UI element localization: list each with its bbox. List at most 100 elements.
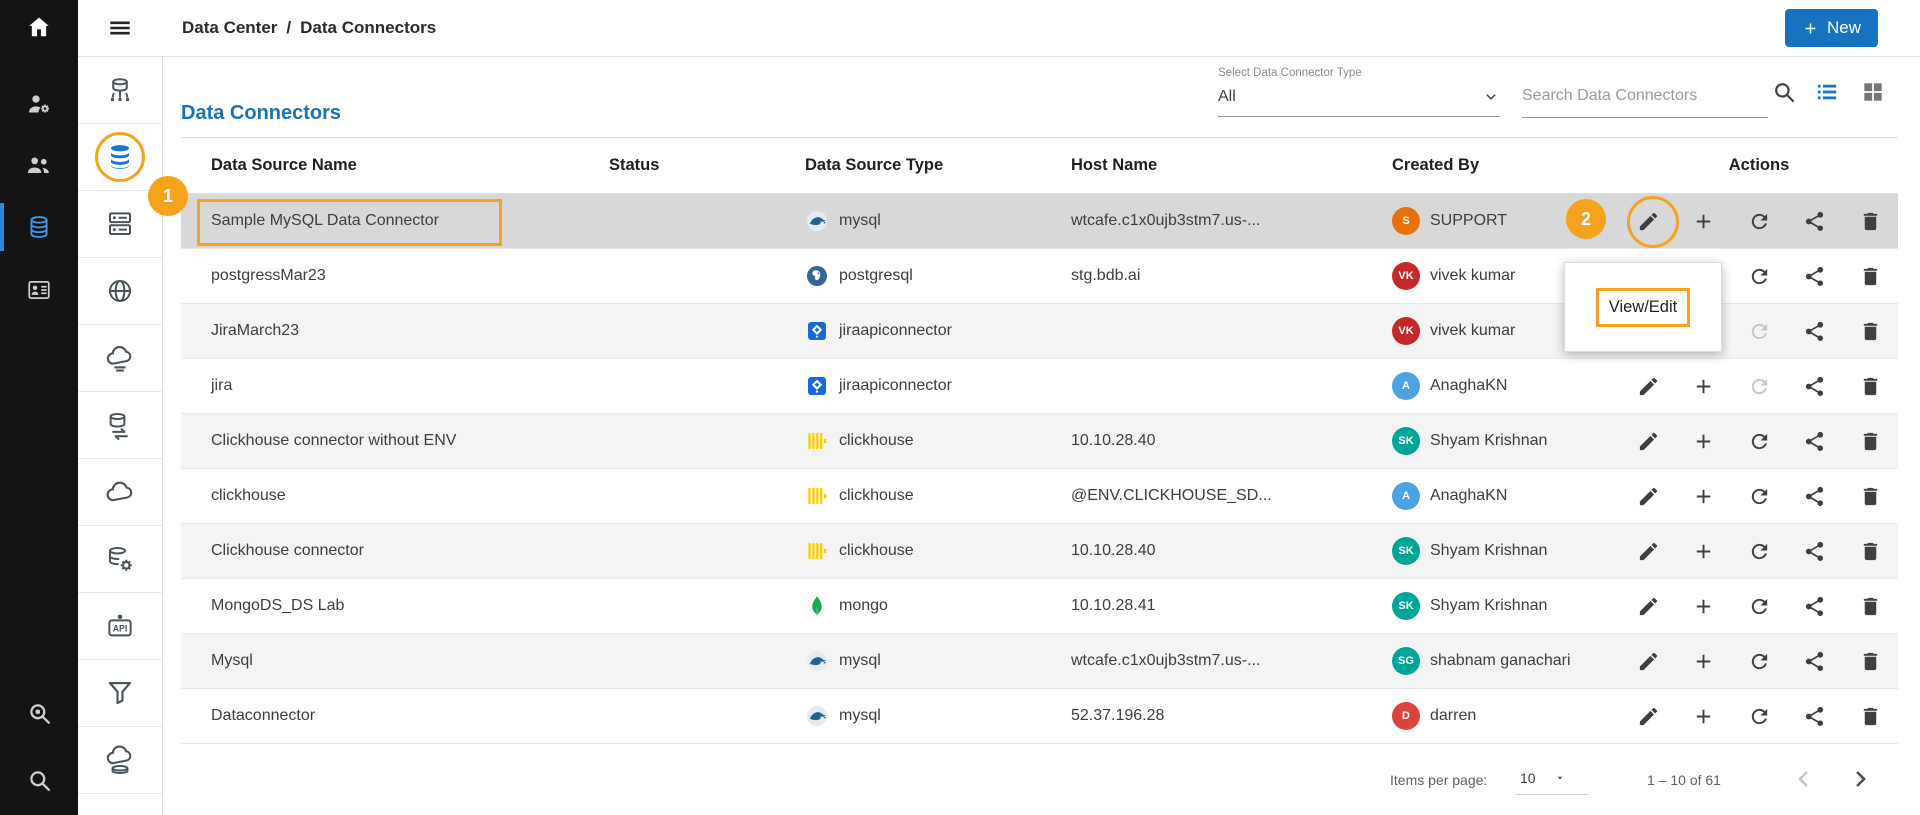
data-source-name: Clickhouse connector without ENV — [211, 432, 457, 449]
table-row[interactable]: MongoDS_DS Lab mongo 10.10.28.41 SK Shyam Kr… — [181, 579, 1898, 634]
share-button[interactable] — [1793, 311, 1837, 351]
edit-button[interactable] — [1626, 366, 1670, 406]
next-page-button[interactable] — [1846, 764, 1876, 794]
plus-icon — [1692, 650, 1715, 673]
home-icon — [26, 14, 52, 40]
add-button[interactable] — [1682, 531, 1726, 571]
share-button[interactable] — [1793, 586, 1837, 626]
edit-button[interactable] — [1626, 641, 1670, 681]
share-button[interactable] — [1793, 696, 1837, 736]
new-button[interactable]: New — [1784, 9, 1878, 47]
refresh-button[interactable] — [1737, 421, 1781, 461]
edit-button[interactable] — [1626, 421, 1670, 461]
caret-down-icon — [1554, 772, 1566, 784]
view-edit-tooltip-label: View/Edit — [1595, 287, 1691, 327]
previous-page-button[interactable] — [1790, 764, 1820, 794]
delete-button[interactable] — [1848, 311, 1892, 351]
refresh-button[interactable] — [1737, 696, 1781, 736]
delete-button[interactable] — [1848, 586, 1892, 626]
delete-button[interactable] — [1848, 256, 1892, 296]
delete-button[interactable] — [1848, 531, 1892, 571]
trash-icon — [1859, 375, 1882, 398]
breadcrumb: Data Center / Data Connectors — [182, 18, 436, 38]
chevron-left-icon — [1790, 765, 1818, 793]
rail-item-data-settings[interactable] — [78, 526, 162, 593]
edit-button[interactable] — [1626, 531, 1670, 571]
table-row[interactable]: Mysql mysql wtcafe.c1x0ujb3stm7.us-... SG sh… — [181, 634, 1898, 689]
edit-button[interactable] — [1626, 476, 1670, 516]
delete-button[interactable] — [1848, 476, 1892, 516]
created-by: SK Shyam Krishnan — [1392, 427, 1620, 455]
table-row[interactable]: Clickhouse connector clickhouse 10.10.28.4… — [181, 524, 1898, 579]
share-button[interactable] — [1793, 476, 1837, 516]
data-sets-icon — [105, 209, 135, 239]
sidebar-item-user-directory[interactable] — [0, 270, 78, 310]
list-view-button[interactable] — [1814, 79, 1840, 105]
sidebar-item-global-search[interactable] — [0, 766, 78, 794]
sidebar-item-search-settings[interactable] — [0, 699, 78, 727]
sidebar-item-user-groups[interactable] — [0, 145, 78, 185]
primary-sidebar — [0, 0, 78, 815]
rail-item-api-connectors[interactable] — [78, 593, 162, 660]
table-row[interactable]: Dataconnector mysql 52.37.196.28 Ddarren — [181, 689, 1898, 744]
chevron-down-icon — [1482, 88, 1500, 106]
refresh-button[interactable] — [1737, 531, 1781, 571]
jira-logo-icon — [805, 374, 829, 398]
delete-button[interactable] — [1848, 641, 1892, 681]
refresh-button[interactable] — [1737, 311, 1781, 351]
rail-item-data-connectors[interactable] — [78, 124, 162, 191]
table-row[interactable]: clickhouse clickhouse @ENV.CLICKHOUSE_SD..… — [181, 469, 1898, 524]
refresh-button[interactable] — [1737, 256, 1781, 296]
edit-button[interactable] — [1626, 696, 1670, 736]
add-button[interactable] — [1682, 586, 1726, 626]
add-button[interactable] — [1682, 476, 1726, 516]
rail-item-data-store[interactable] — [78, 325, 162, 392]
table-row[interactable]: jira jiraapiconnector A AnaghaKN — [181, 359, 1898, 414]
search-settings-icon — [26, 700, 53, 727]
delete-button[interactable] — [1848, 201, 1892, 241]
refresh-button[interactable] — [1737, 641, 1781, 681]
refresh-button[interactable] — [1737, 201, 1781, 241]
menu-toggle-button[interactable] — [107, 15, 133, 41]
rail-item-data-catalog[interactable] — [78, 258, 162, 325]
share-button[interactable] — [1793, 201, 1837, 241]
search-box — [1522, 81, 1768, 118]
delete-button[interactable] — [1848, 421, 1892, 461]
share-button[interactable] — [1793, 366, 1837, 406]
share-button[interactable] — [1793, 256, 1837, 296]
sidebar-item-data-center[interactable] — [0, 203, 78, 251]
share-button[interactable] — [1793, 531, 1837, 571]
rail-item-data-center[interactable] — [78, 57, 162, 124]
refresh-button[interactable] — [1737, 366, 1781, 406]
sidebar-item-home[interactable] — [0, 7, 78, 47]
search-button[interactable] — [1771, 79, 1797, 105]
delete-button[interactable] — [1848, 696, 1892, 736]
rail-item-data-sync[interactable] — [78, 392, 162, 459]
pencil-icon — [1637, 540, 1660, 563]
delete-button[interactable] — [1848, 366, 1892, 406]
rail-item-data-sandbox[interactable] — [78, 459, 162, 526]
rail-item-data-lake[interactable] — [78, 727, 162, 794]
data-source-type: mongo — [805, 594, 1071, 618]
data-catalog-icon — [105, 276, 135, 306]
data-connectors-icon — [105, 142, 135, 172]
items-per-page-select[interactable]: 10 — [1516, 768, 1588, 795]
add-button[interactable] — [1682, 201, 1726, 241]
table-row[interactable]: Clickhouse connector without ENV clickhou… — [181, 414, 1898, 469]
edit-button[interactable] — [1626, 586, 1670, 626]
share-button[interactable] — [1793, 641, 1837, 681]
add-button[interactable] — [1682, 641, 1726, 681]
share-button[interactable] — [1793, 421, 1837, 461]
add-button[interactable] — [1682, 421, 1726, 461]
search-input[interactable] — [1522, 81, 1768, 117]
host-name: @ENV.CLICKHOUSE_SD... — [1071, 487, 1272, 504]
sidebar-item-user-admin[interactable] — [0, 84, 78, 124]
add-button[interactable] — [1682, 696, 1726, 736]
rail-item-data-pipeline[interactable] — [78, 660, 162, 727]
grid-view-button[interactable] — [1860, 79, 1886, 105]
connector-type-select[interactable]: Select Data Connector Type All — [1218, 67, 1500, 117]
add-button[interactable] — [1682, 366, 1726, 406]
breadcrumb-section[interactable]: Data Center — [182, 18, 277, 38]
refresh-button[interactable] — [1737, 586, 1781, 626]
refresh-button[interactable] — [1737, 476, 1781, 516]
